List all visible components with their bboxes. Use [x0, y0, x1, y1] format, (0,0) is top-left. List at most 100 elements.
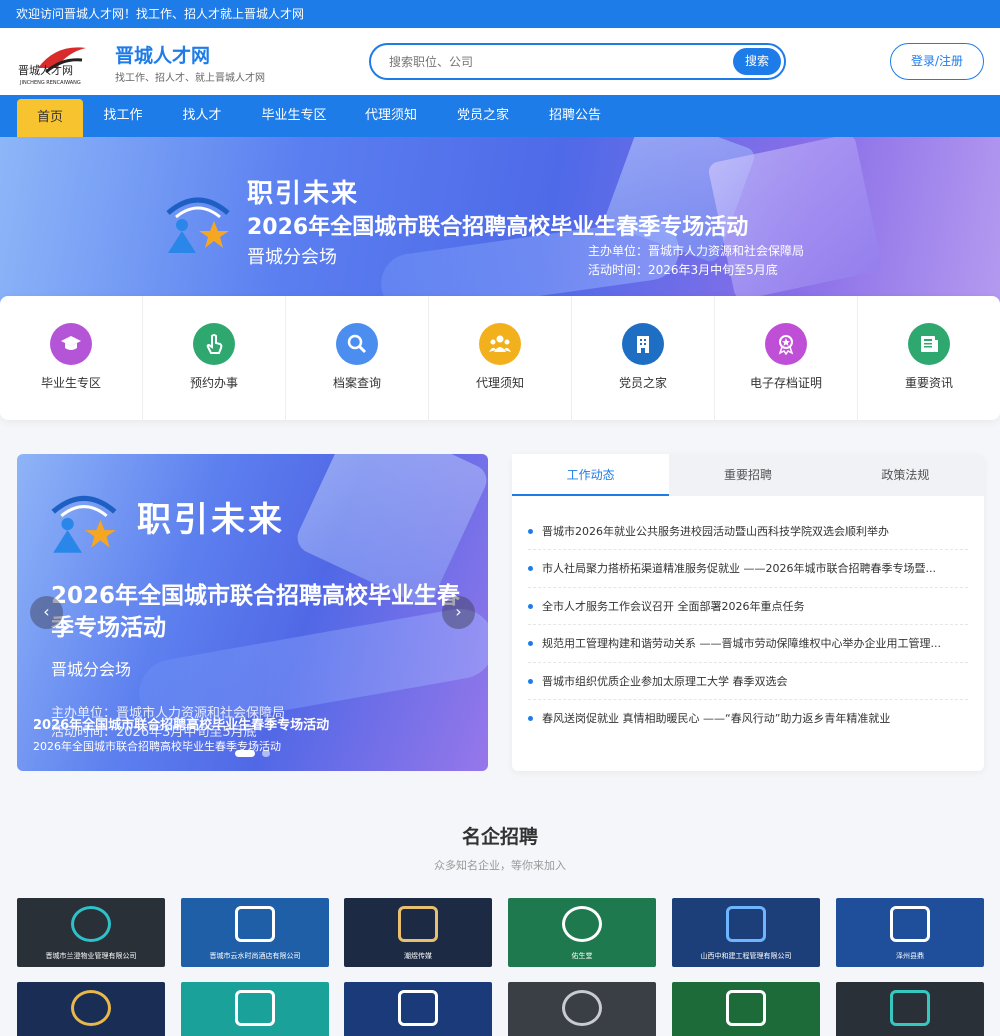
carousel-emblem-icon [51, 495, 117, 553]
header: 晋城人才网 JINCHENG RENCAIWANG 晋城人才网 找工作、招人才、… [0, 28, 1000, 95]
graduation-cap-icon [50, 323, 92, 365]
news-item[interactable]: 规范用工管理构建和谐劳动关系 ——晋城市劳动保障维权中心举办企业用工管理... [528, 625, 968, 663]
site-slogan: 找工作、招人才、就上晋城人才网 [115, 73, 265, 84]
banner-time: 活动时间：2026年3月中旬至5月底 [588, 263, 778, 277]
company-logo-card[interactable]: 山西中和建工程管理有限公司 [672, 898, 820, 967]
search-icon [336, 323, 378, 365]
company-mark-icon [562, 990, 602, 1026]
carousel-caption-title[interactable]: 2026年全国城市联合招聘高校毕业生春季专场活动 [33, 714, 329, 733]
quick-link-party[interactable]: 党员之家 [572, 296, 715, 420]
nav-item-home[interactable]: 首页 [17, 99, 83, 137]
company-logo-card[interactable]: 金盾 [17, 982, 165, 1036]
company-mark-icon [726, 990, 766, 1026]
quick-link-label: 预约办事 [189, 376, 238, 390]
hero-banner[interactable]: 职引未来 2026年全国城市联合招聘高校毕业生春季专场活动 晋城分会场 主办单位… [0, 137, 1000, 307]
company-logo-card[interactable]: 山西浩翔新能源集团有限公司 [672, 982, 820, 1036]
quick-link-label: 毕业生专区 [40, 376, 101, 390]
company-logo-card[interactable]: 潮煜传媒 [344, 898, 492, 967]
banner-emblem-icon [166, 197, 230, 253]
welcome-text: 欢迎访问晋城人才网！找工作、招人才就上晋城人才网 [16, 7, 305, 21]
nav-item-find-job[interactable]: 找工作 [92, 95, 154, 137]
tab-policies[interactable]: 政策法规 [827, 454, 984, 496]
company-mark-icon [71, 990, 111, 1026]
carousel-title: 职引未来 [137, 500, 285, 540]
award-icon [765, 323, 807, 365]
quick-link-label: 党员之家 [618, 376, 667, 390]
nav-item-announcements[interactable]: 招聘公告 [539, 95, 611, 137]
quick-link-e-archive[interactable]: 电子存档证明 [715, 296, 858, 420]
company-logo-card[interactable]: 山西义友清洁设备有限公司 [181, 982, 329, 1036]
quick-link-label: 档案查询 [332, 376, 381, 390]
newspaper-icon [908, 323, 950, 365]
company-mark-icon [726, 906, 766, 942]
company-mark-icon [235, 990, 275, 1026]
site-logo[interactable]: 晋城人才网 JINCHENG RENCAIWANG [16, 38, 112, 86]
tab-key-recruitment[interactable]: 重要招聘 [669, 454, 826, 496]
company-logo-card[interactable]: 佑生堂 [508, 898, 656, 967]
quick-link-agency[interactable]: 代理须知 [429, 296, 572, 420]
quick-link-appointment[interactable]: 预约办事 [143, 296, 286, 420]
nav-item-graduates[interactable]: 毕业生专区 [250, 95, 338, 137]
carousel-venue: 晋城分会场 [51, 660, 132, 679]
news-panel: 工作动态 重要招聘 政策法规 晋城市2026年就业公共服务进校园活动暨山西科技学… [512, 454, 984, 771]
building-icon [622, 323, 664, 365]
nav-item-find-talent[interactable]: 找人才 [171, 95, 233, 137]
search-button[interactable]: 搜索 [733, 48, 781, 75]
search-input[interactable] [389, 52, 689, 72]
company-name: 晋城市云水时尚酒店有限公司 [209, 952, 301, 960]
section-subtitle: 众多知名企业，等你来加入 [434, 859, 566, 872]
company-logo-card[interactable]: 晋城市兰澄物业管理有限公司 [17, 898, 165, 967]
main-nav: 首页 找工作 找人才 毕业生专区 代理须知 党员之家 招聘公告 [0, 95, 1000, 137]
hand-pointer-icon [193, 323, 235, 365]
carousel-dot[interactable] [262, 750, 270, 757]
news-carousel[interactable]: 职引未来 2026年全国城市联合招聘高校毕业生春季专场活动 晋城分会场 主办单位… [17, 454, 488, 771]
search-box: 搜索 [369, 43, 786, 80]
nav-item-agency[interactable]: 代理须知 [355, 95, 427, 137]
company-mark-icon [235, 906, 275, 942]
banner-organizer: 主办单位：晋城市人力资源和社会保障局 [588, 244, 805, 258]
welcome-bar: 欢迎访问晋城人才网！找工作、招人才就上晋城人才网 [0, 0, 1000, 28]
quick-link-label: 重要资讯 [904, 376, 953, 390]
carousel-prev-button[interactable]: ‹ [30, 596, 63, 629]
svg-text:JINCHENG RENCAIWANG: JINCHENG RENCAIWANG [19, 80, 81, 86]
quick-links: 毕业生专区 预约办事 档案查询 代理须知 党员之家 电子存档证明 重要资讯 [0, 296, 1000, 420]
company-logo-card[interactable]: 机械 [508, 982, 656, 1036]
carousel-subtitle: 2026年全国城市联合招聘高校毕业生春季专场活动 [51, 583, 461, 641]
company-mark-icon [890, 990, 930, 1026]
section-title: 名企招聘 [461, 826, 538, 848]
company-name: 佑生堂 [571, 952, 593, 960]
news-tabs: 工作动态 重要招聘 政策法规 [512, 454, 984, 496]
company-logo-card[interactable]: 晋城市美宜家酒店管理有限公司 [344, 982, 492, 1036]
tab-work-news[interactable]: 工作动态 [512, 454, 670, 496]
people-group-icon [479, 323, 521, 365]
login-register-button[interactable]: 登录/注册 [890, 43, 984, 80]
news-item[interactable]: 全市人才服务工作会议召开 全面部署2026年重点任务 [528, 588, 968, 626]
carousel-next-button[interactable]: › [442, 596, 475, 629]
company-mark-icon [71, 906, 111, 942]
company-name: 山西中和建工程管理有限公司 [700, 952, 792, 960]
company-name: 晋城市兰澄物业管理有限公司 [45, 952, 137, 960]
banner-title: 职引未来 [247, 179, 360, 209]
carousel-dot-active[interactable] [235, 750, 255, 757]
company-mark-icon [398, 906, 438, 942]
news-item[interactable]: 春风送岗促就业 真情相助暖民心 ——“春风行动”助力返乡青年精准就业 [528, 700, 968, 737]
banner-venue: 晋城分会场 [247, 247, 337, 268]
site-name[interactable]: 晋城人才网 [115, 41, 210, 68]
nav-item-party[interactable]: 党员之家 [447, 95, 519, 137]
quick-link-label: 代理须知 [475, 376, 524, 390]
news-item[interactable]: 晋城市2026年就业公共服务进校园活动暨山西科技学院双选会顺利举办 [528, 513, 968, 551]
company-logo-card[interactable]: 泽州县鼎 [836, 898, 984, 967]
company-mark-icon [562, 906, 602, 942]
quick-link-news[interactable]: 重要资讯 [858, 296, 1000, 420]
company-name: 潮煜传媒 [404, 952, 432, 960]
company-name: 泽州县鼎 [896, 952, 924, 960]
news-item[interactable]: 晋城市组织优质企业参加太原理工大学 春季双选会 [528, 663, 968, 700]
quick-link-archive-query[interactable]: 档案查询 [286, 296, 429, 420]
company-logo-card[interactable]: 晋城市云水时尚酒店有限公司 [181, 898, 329, 967]
quick-link-graduates[interactable]: 毕业生专区 [0, 296, 143, 420]
news-item[interactable]: 市人社局聚力搭桥拓渠道精准服务促就业 ——2026年城市联合招聘春季专场暨... [528, 550, 968, 588]
company-logo-card[interactable]: 浪潮 [836, 982, 984, 1036]
company-mark-icon [890, 906, 930, 942]
quick-link-label: 电子存档证明 [749, 376, 822, 390]
logo-lettering: 晋城人才网 [18, 63, 73, 77]
